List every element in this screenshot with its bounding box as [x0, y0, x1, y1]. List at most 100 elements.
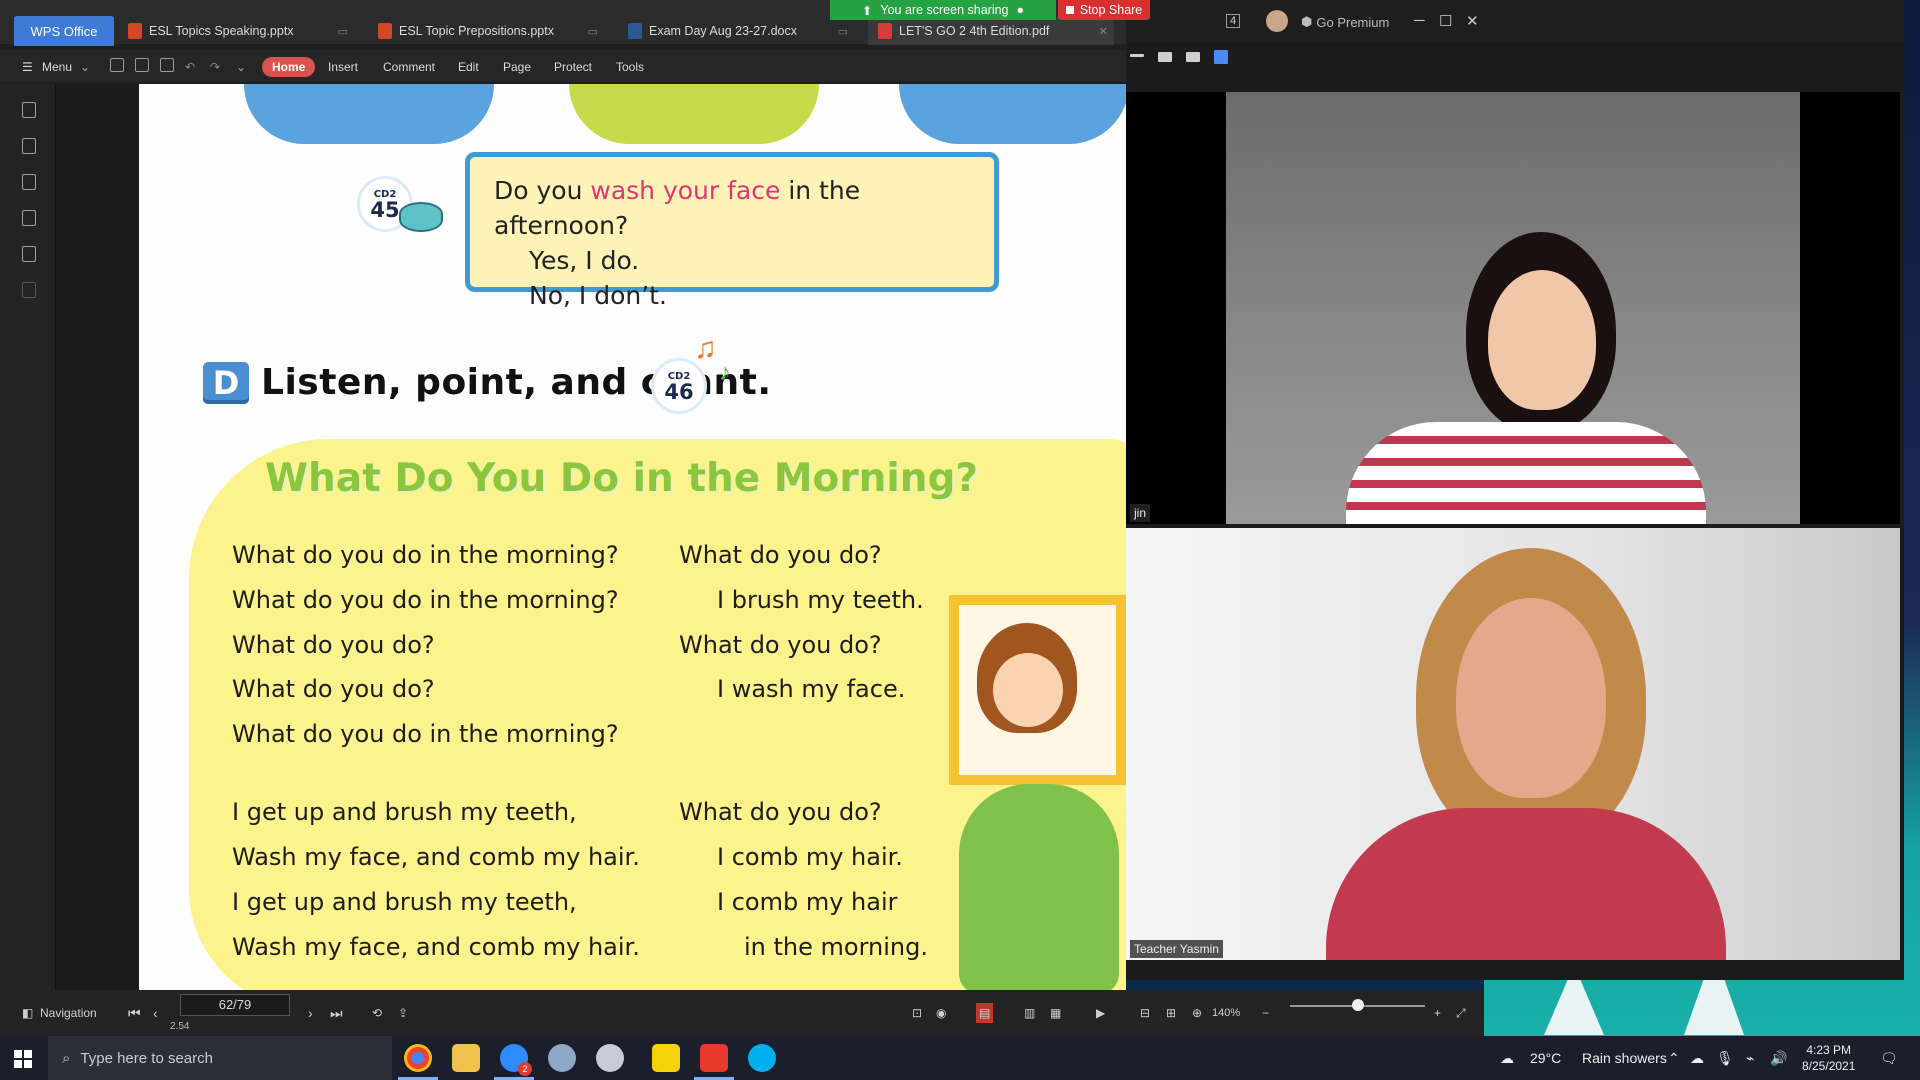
last-page-icon[interactable]: ⏭ [330, 1003, 343, 1023]
customize-icon[interactable]: ⌄ [236, 57, 246, 77]
page-number-input[interactable]: 62/79 [180, 994, 290, 1016]
continuous-icon[interactable]: ▥ [1024, 1003, 1035, 1023]
layers-icon[interactable] [22, 282, 36, 298]
zoom-app-icon[interactable]: 2 [500, 1044, 532, 1076]
cd-number: 46 [664, 379, 694, 404]
wps-app-icon[interactable] [700, 1044, 728, 1072]
zoom-level[interactable]: 140% [1212, 1003, 1240, 1023]
signature-icon[interactable] [22, 246, 36, 262]
zoom-in-icon[interactable]: + [1434, 1003, 1441, 1023]
gallery-view-icon[interactable] [1214, 50, 1228, 64]
redo-icon[interactable]: ↷ [210, 57, 220, 77]
two-page-icon[interactable]: ▦ [1050, 1003, 1061, 1023]
zoom-icon[interactable]: ⊕ [1192, 1003, 1202, 1023]
bookmark-icon[interactable] [22, 102, 36, 118]
next-page-icon[interactable]: › [308, 1003, 313, 1023]
print-icon[interactable] [160, 58, 174, 72]
tab-menu-icon[interactable]: ▭ [338, 25, 348, 38]
eye-icon[interactable]: ◉ [936, 1003, 946, 1023]
video-tile-jin[interactable]: jin [1126, 92, 1900, 524]
open-folder-icon[interactable] [110, 58, 124, 72]
notifications-icon[interactable]: 🗨 [1880, 1036, 1898, 1080]
file-explorer-icon[interactable] [452, 1044, 480, 1072]
chant-line: I comb my hair [717, 888, 898, 916]
taskbar-search-box[interactable]: ⌕ Type here to search [48, 1036, 392, 1080]
close-icon[interactable]: ✕ [1099, 25, 1108, 38]
chant-line: Wash my face, and comb my hair. [232, 843, 640, 871]
chevron-down-icon[interactable]: ⌄ [80, 57, 90, 77]
maximize-icon[interactable]: ☐ [1439, 12, 1452, 30]
minimize-icon[interactable]: ─ [1414, 12, 1425, 29]
chant-line: What do you do? [679, 631, 882, 659]
windows-start-icon[interactable] [14, 1050, 32, 1068]
weather-icon[interactable]: ☁ [1500, 1036, 1514, 1080]
fit-page-icon[interactable]: ⊞ [1166, 1003, 1176, 1023]
save-icon[interactable] [135, 58, 149, 72]
prev-page-icon[interactable]: ‹ [153, 1003, 158, 1023]
tab-protect[interactable]: Protect [554, 57, 592, 77]
below-page-number: 2.54 [170, 1021, 190, 1032]
music-note-icon: ♪ [719, 359, 731, 386]
read-mode-icon[interactable]: ⊡ [912, 1003, 922, 1023]
navigation-icon[interactable]: ◧ [22, 1003, 33, 1023]
onedrive-icon[interactable]: ☁ [1690, 1036, 1704, 1080]
tab-label: ESL Topic Prepositions.pptx [399, 24, 554, 38]
go-premium-button[interactable]: ⬢ Go Premium [1301, 14, 1389, 30]
view-option-icon[interactable] [1186, 52, 1200, 62]
tab-home[interactable]: Home [262, 57, 316, 77]
tab-menu-icon[interactable]: ▭ [838, 25, 848, 38]
volume-icon[interactable]: 🔊 [1770, 1036, 1787, 1080]
document-viewport[interactable]: CD2 45 Do you wash your face in the afte… [56, 84, 1126, 990]
sink-illustration [959, 784, 1119, 990]
export-icon[interactable]: ⇪ [398, 1003, 408, 1023]
tab-edit[interactable]: Edit [458, 57, 479, 77]
comment-icon[interactable] [22, 174, 36, 190]
tab-esl-topic-prepositions[interactable]: ESL Topic Prepositions.pptx ▭ [368, 17, 604, 45]
weather-desc[interactable]: Rain showers [1582, 1036, 1667, 1080]
app-icon[interactable] [596, 1044, 624, 1072]
ribbon-toolbar: ☰ Menu ⌄ ↶ ↷ ⌄ Home Insert Comment Edit … [0, 50, 1126, 82]
tab-comment[interactable]: Comment [383, 57, 435, 77]
clock[interactable]: 4:23 PM 8/25/2021 [1802, 1042, 1855, 1074]
zoom-slider-handle[interactable] [1352, 999, 1364, 1011]
avatar[interactable] [1266, 10, 1288, 32]
tab-exam-day[interactable]: Exam Day Aug 23-27.docx ▭ [618, 17, 854, 45]
play-icon[interactable]: ▶ [1096, 1003, 1105, 1023]
skype-icon[interactable] [748, 1044, 776, 1072]
chevron-up-icon[interactable]: ⌃ [1668, 1036, 1680, 1080]
video-tile-teacher-yasmin[interactable]: Teacher Yasmin [1126, 528, 1900, 960]
fullscreen-icon[interactable]: ⤢ [1456, 1003, 1466, 1023]
tab-page[interactable]: Page [503, 57, 531, 77]
view-option-icon[interactable] [1158, 52, 1172, 62]
rotate-icon[interactable]: ⟲ [372, 1003, 382, 1023]
close-icon[interactable]: ✕ [1466, 12, 1479, 30]
share-screen-icon[interactable]: 4 [1226, 14, 1241, 28]
menu-button[interactable]: Menu [42, 57, 72, 77]
navigation-button[interactable]: Navigation [40, 1003, 97, 1023]
sticky-notes-icon[interactable] [652, 1044, 680, 1072]
chant-line: Wash my face, and comb my hair. [232, 933, 640, 961]
pdf-page: CD2 45 Do you wash your face in the afte… [139, 84, 1126, 990]
weather-temp[interactable]: 29°C [1530, 1036, 1561, 1080]
single-page-icon[interactable]: ▤ [976, 1003, 994, 1023]
attachment-icon[interactable] [22, 210, 36, 226]
menu-icon[interactable]: ☰ [22, 57, 33, 77]
paint-icon[interactable] [548, 1044, 576, 1072]
tab-insert[interactable]: Insert [328, 57, 358, 77]
tab-lets-go-pdf[interactable]: LET'S GO 2 4th Edition.pdf ✕ [868, 17, 1114, 45]
microphone-icon[interactable]: 🎙 [1716, 1036, 1734, 1080]
undo-icon[interactable]: ↶ [185, 57, 195, 77]
stop-share-button[interactable]: Stop Share [1058, 0, 1150, 20]
tab-menu-icon[interactable]: ▭ [588, 25, 598, 38]
tab-tools[interactable]: Tools [616, 57, 644, 77]
wps-office-tab[interactable]: WPS Office [14, 16, 114, 46]
chrome-icon[interactable] [404, 1044, 432, 1072]
network-icon[interactable]: ⌁ [1746, 1036, 1754, 1080]
zoom-out-icon[interactable]: − [1262, 1003, 1269, 1023]
answer-no: No, I don’t. [529, 281, 667, 310]
fit-width-icon[interactable]: ⊟ [1140, 1003, 1150, 1023]
first-page-icon[interactable]: ⏮ [128, 1003, 141, 1023]
tab-esl-topics-speaking[interactable]: ESL Topics Speaking.pptx ▭ [118, 17, 354, 45]
view-option-icon[interactable] [1130, 54, 1144, 57]
thumbnail-icon[interactable] [22, 138, 36, 154]
